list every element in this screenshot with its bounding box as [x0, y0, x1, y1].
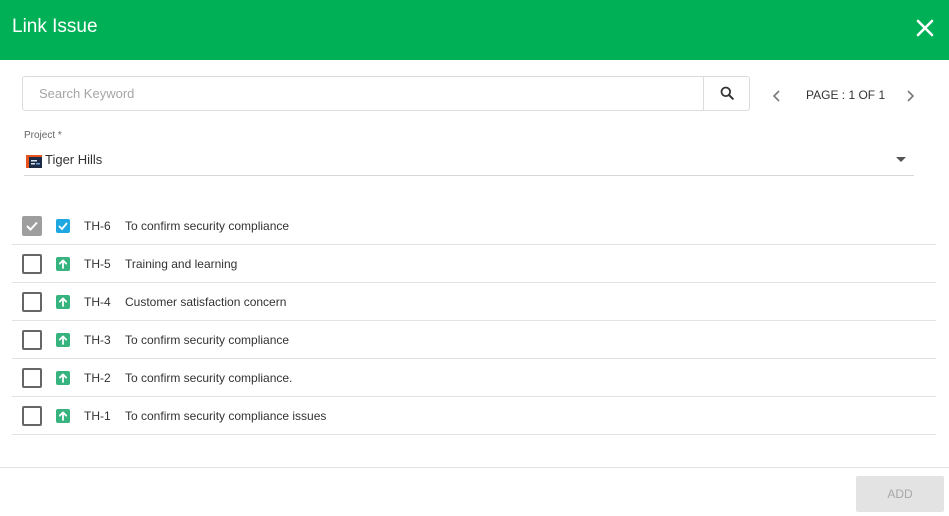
footer-divider — [0, 467, 949, 468]
issue-key: TH-2 — [84, 371, 111, 385]
improvement-arrow-up-icon — [56, 333, 70, 347]
issue-summary: To confirm security compliance — [125, 219, 290, 233]
page-indicator: PAGE : 1 OF 1 — [806, 88, 886, 102]
issue-row[interactable]: TH-4 Customer satisfaction concern — [12, 283, 936, 321]
issue-key: TH-4 — [84, 295, 111, 309]
improvement-arrow-up-icon — [56, 409, 70, 423]
dialog-title: Link Issue — [12, 16, 98, 37]
row-checkbox[interactable] — [22, 406, 42, 426]
issue-summary: Customer satisfaction concern — [125, 295, 287, 309]
search-icon — [720, 86, 734, 100]
add-button[interactable]: ADD — [856, 476, 944, 512]
chevron-right-icon[interactable] — [903, 88, 917, 104]
close-icon[interactable] — [915, 18, 935, 38]
issue-key: TH-3 — [84, 333, 111, 347]
search-input[interactable] — [23, 77, 703, 110]
issue-key: TH-1 — [84, 409, 111, 423]
chevron-left-icon[interactable] — [770, 88, 784, 104]
project-name: Tiger Hills — [45, 152, 103, 167]
issue-summary: To confirm security compliance issues — [125, 409, 327, 423]
issue-row[interactable]: TH-1 To confirm security compliance issue… — [12, 397, 936, 435]
search-box — [22, 76, 750, 111]
caret-down-icon — [896, 157, 906, 162]
issue-list: TH-6 To confirm security compliance TH-5 Tr… — [12, 207, 936, 435]
row-checkbox[interactable] — [22, 216, 42, 236]
row-checkbox[interactable] — [22, 254, 42, 274]
improvement-arrow-up-icon — [56, 257, 70, 271]
project-select[interactable]: Tiger Hills — [24, 147, 914, 176]
improvement-arrow-up-icon — [56, 371, 70, 385]
issue-summary: To confirm security compliance — [125, 333, 290, 347]
project-logo-icon — [26, 155, 42, 168]
row-checkbox[interactable] — [22, 330, 42, 350]
issue-key: TH-5 — [84, 257, 111, 271]
issue-row[interactable]: TH-3 To confirm security compliance — [12, 321, 936, 359]
issue-row[interactable]: TH-2 To confirm security compliance. — [12, 359, 936, 397]
issue-summary: Training and learning — [125, 257, 238, 271]
issue-row[interactable]: TH-6 To confirm security compliance — [12, 207, 936, 245]
row-checkbox[interactable] — [22, 292, 42, 312]
project-label: Project * — [24, 130, 62, 141]
dialog-header: Link Issue — [0, 0, 949, 60]
row-checkbox[interactable] — [22, 368, 42, 388]
issue-summary: To confirm security compliance. — [125, 371, 293, 385]
subtask-checkbox-icon — [56, 219, 70, 233]
issue-row[interactable]: TH-5 Training and learning — [12, 245, 936, 283]
checkmark-icon — [26, 221, 38, 231]
issue-key: TH-6 — [84, 219, 111, 233]
improvement-arrow-up-icon — [56, 295, 70, 309]
search-button[interactable] — [703, 77, 749, 110]
